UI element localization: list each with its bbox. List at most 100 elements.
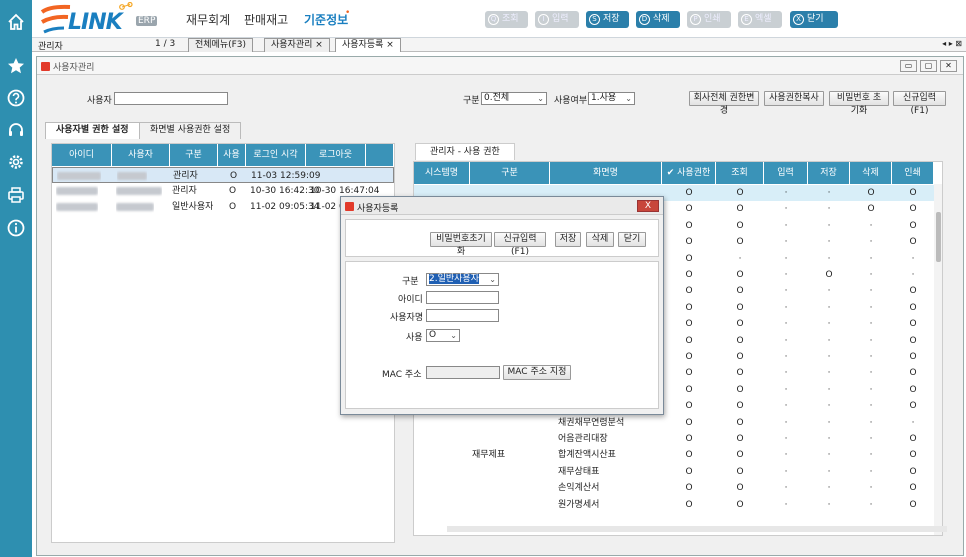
dialog-close-button[interactable]: 닫기 bbox=[618, 232, 646, 247]
cell-permission-flag[interactable]: O bbox=[662, 234, 716, 250]
cell-permission-flag[interactable]: · bbox=[850, 234, 892, 250]
cell-permission-flag[interactable]: · bbox=[892, 415, 934, 431]
col-category[interactable]: 구분 bbox=[470, 162, 550, 184]
cell-permission-flag[interactable]: · bbox=[850, 218, 892, 234]
cell-permission-flag[interactable]: · bbox=[808, 365, 850, 381]
cell-permission-flag[interactable]: · bbox=[764, 349, 808, 365]
cell-permission-flag[interactable]: O bbox=[716, 365, 764, 381]
cell-permission-flag[interactable]: · bbox=[850, 497, 892, 513]
cell-permission-flag[interactable]: · bbox=[850, 283, 892, 299]
cell-permission-flag[interactable]: · bbox=[808, 447, 850, 463]
cell-permission-flag[interactable]: · bbox=[764, 447, 808, 463]
cell-permission-flag[interactable]: · bbox=[764, 415, 808, 431]
tab-user-permissions[interactable]: 사용자별 권한 설정 bbox=[45, 122, 140, 139]
help-icon[interactable] bbox=[6, 88, 26, 108]
cell-permission-flag[interactable]: O bbox=[716, 431, 764, 447]
col-use[interactable]: 사용 bbox=[218, 144, 246, 166]
menu-sales-inventory[interactable]: 판매재고 bbox=[244, 11, 288, 28]
group-filter-select[interactable]: 0.전체 ⌄ bbox=[481, 92, 547, 105]
cell-permission-flag[interactable]: O bbox=[662, 218, 716, 234]
cell-permission-flag[interactable]: · bbox=[764, 251, 808, 267]
cell-permission-flag[interactable]: O bbox=[716, 333, 764, 349]
cell-permission-flag[interactable]: · bbox=[808, 398, 850, 414]
cell-permission-flag[interactable]: O bbox=[716, 201, 764, 217]
cell-permission-flag[interactable]: O bbox=[662, 333, 716, 349]
cell-permission-flag[interactable]: O bbox=[662, 382, 716, 398]
cell-permission-flag[interactable]: · bbox=[808, 415, 850, 431]
col-system[interactable]: 시스템명 bbox=[414, 162, 470, 184]
cell-permission-flag[interactable]: O bbox=[892, 382, 934, 398]
group-select[interactable]: 2.일반사용자 ⌄ bbox=[426, 273, 499, 286]
table-row[interactable]: 관리자 O 11-03 12:59:09 bbox=[52, 167, 394, 183]
printer-icon[interactable] bbox=[6, 185, 26, 205]
dialog-delete-button[interactable]: 삭제 bbox=[586, 232, 614, 247]
cell-permission-flag[interactable]: O bbox=[892, 431, 934, 447]
cell-permission-flag[interactable]: O bbox=[892, 300, 934, 316]
tab-user-management[interactable]: 사용자관리 × bbox=[264, 38, 330, 52]
table-row[interactable]: 재무상태표 O O · · · O bbox=[414, 464, 934, 480]
cell-permission-flag[interactable]: O bbox=[892, 464, 934, 480]
col-input[interactable]: 입력 bbox=[764, 162, 808, 184]
cell-permission-flag[interactable]: O bbox=[716, 398, 764, 414]
cell-permission-flag[interactable]: · bbox=[764, 300, 808, 316]
cell-permission-flag[interactable]: O bbox=[716, 415, 764, 431]
cell-permission-flag[interactable]: O bbox=[716, 185, 764, 201]
cell-permission-flag[interactable]: O bbox=[662, 480, 716, 496]
excel-button[interactable]: E 엑셀 bbox=[738, 11, 782, 28]
cell-permission-flag[interactable]: · bbox=[892, 251, 934, 267]
vertical-scrollbar[interactable] bbox=[934, 184, 942, 535]
dialog-reset-password-button[interactable]: 비밀번호초기화 bbox=[430, 232, 492, 257]
menu-accounting[interactable]: 재무회계 bbox=[186, 11, 230, 28]
cell-permission-flag[interactable]: O bbox=[892, 333, 934, 349]
cell-permission-flag[interactable]: O bbox=[662, 283, 716, 299]
query-button[interactable]: Q 조회 bbox=[485, 11, 528, 28]
cell-permission-flag[interactable]: O bbox=[716, 218, 764, 234]
cell-permission-flag[interactable]: O bbox=[892, 185, 934, 201]
cell-permission-flag[interactable]: O bbox=[716, 382, 764, 398]
cell-permission-flag[interactable]: O bbox=[662, 431, 716, 447]
cell-permission-flag[interactable]: O bbox=[850, 185, 892, 201]
cell-permission-flag[interactable]: · bbox=[764, 234, 808, 250]
scrollbar-thumb[interactable] bbox=[936, 212, 941, 262]
menu-master-data[interactable]: 기준정보 bbox=[304, 11, 348, 28]
window-close-icon[interactable]: ✕ bbox=[940, 60, 957, 72]
cell-permission-flag[interactable]: O bbox=[662, 300, 716, 316]
print-button[interactable]: P 인쇄 bbox=[687, 11, 731, 28]
cell-permission-flag[interactable]: · bbox=[716, 251, 764, 267]
cell-permission-flag[interactable]: · bbox=[764, 267, 808, 283]
cell-permission-flag[interactable]: O bbox=[662, 267, 716, 283]
cell-permission-flag[interactable]: O bbox=[662, 464, 716, 480]
col-save[interactable]: 저장 bbox=[808, 162, 850, 184]
cell-permission-flag[interactable]: · bbox=[850, 333, 892, 349]
user-filter-input[interactable] bbox=[114, 92, 228, 105]
col-id[interactable]: 아이디 bbox=[52, 144, 112, 166]
cell-permission-flag[interactable]: · bbox=[850, 480, 892, 496]
cell-permission-flag[interactable]: · bbox=[764, 201, 808, 217]
col-delete[interactable]: 삭제 bbox=[850, 162, 892, 184]
cell-permission-flag[interactable]: · bbox=[764, 185, 808, 201]
cell-permission-flag[interactable]: · bbox=[850, 300, 892, 316]
cell-permission-flag[interactable]: · bbox=[764, 398, 808, 414]
cell-permission-flag[interactable]: · bbox=[808, 431, 850, 447]
cell-permission-flag[interactable]: · bbox=[850, 316, 892, 332]
cell-permission-flag[interactable]: · bbox=[850, 464, 892, 480]
cell-permission-flag[interactable]: O bbox=[662, 365, 716, 381]
cell-permission-flag[interactable]: O bbox=[716, 316, 764, 332]
cell-permission-flag[interactable]: O bbox=[892, 480, 934, 496]
cell-permission-flag[interactable]: · bbox=[764, 218, 808, 234]
cell-permission-flag[interactable]: O bbox=[716, 480, 764, 496]
cell-permission-flag[interactable]: O bbox=[892, 497, 934, 513]
cell-permission-flag[interactable]: · bbox=[808, 218, 850, 234]
cell-permission-flag[interactable]: O bbox=[662, 185, 716, 201]
cell-permission-flag[interactable]: · bbox=[764, 333, 808, 349]
use-filter-select[interactable]: 1.사용 ⌄ bbox=[588, 92, 635, 105]
cell-permission-flag[interactable]: · bbox=[808, 316, 850, 332]
use-select[interactable]: O ⌄ bbox=[426, 329, 460, 342]
col-login-time[interactable]: 로그인 시각 bbox=[246, 144, 306, 166]
cell-permission-flag[interactable]: · bbox=[892, 267, 934, 283]
cell-permission-flag[interactable]: · bbox=[850, 415, 892, 431]
headset-support-icon[interactable] bbox=[6, 120, 26, 140]
cell-permission-flag[interactable]: · bbox=[808, 251, 850, 267]
table-row[interactable]: 채권채무연령분석 O O · · · · bbox=[414, 415, 934, 431]
cell-permission-flag[interactable]: O bbox=[892, 201, 934, 217]
